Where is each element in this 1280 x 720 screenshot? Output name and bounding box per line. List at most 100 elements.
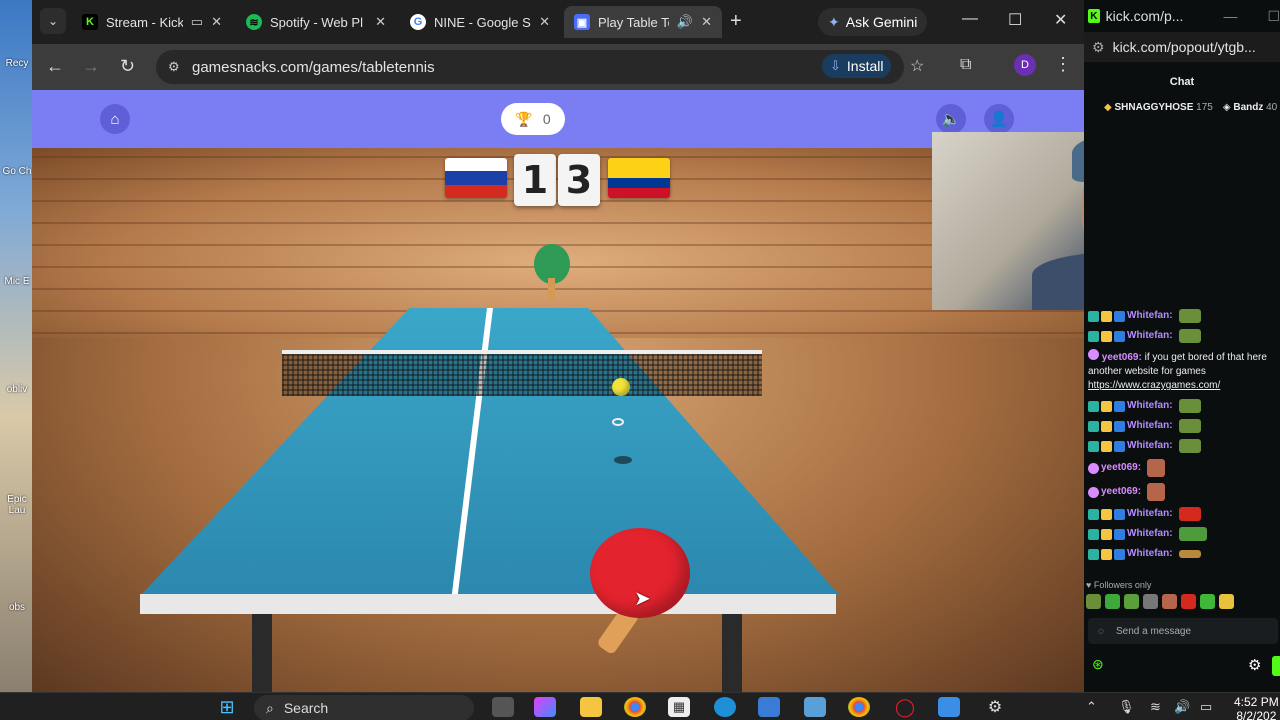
desktop-icon-chrome[interactable]: Go Ch <box>2 166 32 177</box>
github-desktop-icon[interactable]: ⚙ <box>984 697 1006 717</box>
desktop-icon-oblivion[interactable]: obliv <box>2 384 32 395</box>
maximize-icon[interactable]: ☐ <box>1267 8 1280 25</box>
edge-icon[interactable] <box>714 697 736 717</box>
window-close-icon[interactable]: ✕ <box>1054 10 1067 30</box>
tab-search-chevron-icon[interactable]: ⌄ <box>40 8 66 34</box>
app-icon[interactable] <box>938 697 960 717</box>
emote-icon[interactable] <box>1105 594 1120 609</box>
extensions-puzzle-icon[interactable]: ⧉ <box>960 56 971 74</box>
desktop-icon-label: Epic Lau <box>7 494 27 516</box>
home-icon[interactable]: ⌂ <box>100 104 130 134</box>
new-tab-icon[interactable]: + <box>730 10 742 33</box>
emote-icon[interactable] <box>1086 594 1101 609</box>
minimize-icon[interactable]: — <box>1223 8 1237 24</box>
face-emote-icon <box>1147 459 1166 477</box>
chat-username[interactable]: Whitefan: <box>1127 527 1173 541</box>
copilot-icon[interactable] <box>534 697 556 717</box>
back-arrow-icon[interactable]: ← <box>46 56 64 77</box>
windows-start-icon[interactable]: ⊞ <box>216 697 238 717</box>
tray-chevron-icon[interactable]: ⌃ <box>1086 699 1097 715</box>
chat-message[interactable]: Whitefan: <box>1084 396 1280 416</box>
tab-google[interactable]: G NINE - Google S ✕ <box>400 6 560 38</box>
chat-username[interactable]: Whitefan: <box>1127 419 1173 433</box>
tab-spotify[interactable]: ≋ Spotify - Web Pl ✕ <box>236 6 396 38</box>
sound-icon[interactable]: 🔈 <box>936 104 966 134</box>
chat-username[interactable]: Whitefan: <box>1127 507 1173 521</box>
kick-points-icon[interactable]: ⊛ <box>1092 656 1104 673</box>
site-info-icon[interactable]: ⚙ <box>1092 39 1105 56</box>
microphone-icon[interactable]: 🎙 <box>1118 699 1135 715</box>
close-icon[interactable]: ✕ <box>375 14 386 30</box>
speaker-icon[interactable]: 🔊 <box>677 14 693 30</box>
chat-message[interactable]: Whitefan: <box>1084 544 1280 564</box>
chat-username[interactable]: Whitefan: <box>1127 547 1173 561</box>
account-icon[interactable]: 👤 <box>984 104 1014 134</box>
chat-message-input[interactable]: ◌ Send a message <box>1088 618 1278 644</box>
bookmark-star-icon[interactable]: ☆ <box>910 56 924 76</box>
app-icon[interactable] <box>804 697 826 717</box>
emote-icon[interactable] <box>1143 594 1158 609</box>
chat-message[interactable]: Whitefan: <box>1084 326 1280 346</box>
address-bar[interactable]: ⚙ gamesnacks.com/games/tabletennis <box>156 50 904 84</box>
chrome-profile-icon[interactable] <box>848 697 870 717</box>
task-view-icon[interactable] <box>492 697 514 717</box>
leaderboard-entry[interactable]: ◈ Bandz 40 <box>1223 102 1277 120</box>
opera-icon[interactable]: ◯ <box>894 697 916 717</box>
chat-message-link[interactable]: https://www.crazygames.com/ <box>1088 380 1220 391</box>
chat-message[interactable]: yeet069: <box>1084 456 1280 480</box>
photos-icon[interactable] <box>758 697 780 717</box>
reload-icon[interactable]: ↻ <box>120 56 135 77</box>
game-canvas[interactable]: 1 3 ➤ <box>32 148 1084 692</box>
chat-message[interactable]: yeet069: <box>1084 480 1280 504</box>
minimize-icon[interactable]: — <box>962 10 978 28</box>
desktop-icon-epic[interactable]: Epic Lau <box>2 494 32 516</box>
chat-message[interactable]: Whitefan: <box>1084 416 1280 436</box>
desktop-icon-edge[interactable]: Mic E <box>2 276 32 287</box>
battery-icon[interactable]: ▭ <box>1200 699 1212 715</box>
chat-message[interactable]: Whitefan: <box>1084 504 1280 524</box>
tab-kick-stream[interactable]: K Stream - Kick ▭ ✕ <box>72 6 232 38</box>
close-icon[interactable]: ✕ <box>211 14 222 30</box>
profile-avatar[interactable]: D <box>1014 54 1036 76</box>
send-button[interactable] <box>1272 656 1280 676</box>
install-button[interactable]: ⇩ Install <box>822 54 892 78</box>
maximize-icon[interactable]: ☐ <box>1008 10 1022 30</box>
emote-icon[interactable] <box>1200 594 1215 609</box>
sword-badge-icon <box>1114 548 1125 560</box>
desktop-icon-obs[interactable]: obs <box>2 602 32 613</box>
site-info-icon[interactable]: ⚙ <box>168 59 180 75</box>
chat-username[interactable]: Whitefan: <box>1127 309 1173 323</box>
chat-username[interactable]: yeet069: <box>1101 485 1141 499</box>
chat-url-bar[interactable]: ⚙ kick.com/popout/ytgb... <box>1084 32 1280 62</box>
desktop-icon-recycle-bin[interactable]: Recy <box>2 58 32 69</box>
close-icon[interactable]: ✕ <box>539 14 550 30</box>
taskbar-clock[interactable]: 4:52 PM 8/2/202 <box>1234 695 1279 720</box>
taskbar-search-box[interactable]: ⌕ Search <box>254 695 474 720</box>
emote-icon[interactable] <box>1181 594 1196 609</box>
chat-message[interactable]: Whitefan: <box>1084 436 1280 456</box>
chat-username[interactable]: Whitefan: <box>1127 329 1173 343</box>
emote-icon[interactable] <box>1124 594 1139 609</box>
wifi-icon[interactable]: ≋ <box>1150 699 1161 715</box>
file-explorer-icon[interactable] <box>580 697 602 717</box>
chat-message[interactable]: Whitefan: <box>1084 524 1280 544</box>
forward-arrow-icon[interactable]: → <box>82 56 100 77</box>
tab-table-tennis[interactable]: ▣ Play Table Te 🔊 ✕ <box>564 6 722 38</box>
chrome-icon[interactable] <box>624 697 646 717</box>
settings-gear-icon[interactable]: ⚙ <box>1248 656 1261 674</box>
chat-username[interactable]: yeet069: <box>1102 352 1142 363</box>
chat-username[interactable]: Whitefan: <box>1127 439 1173 453</box>
emote-icon[interactable] <box>1162 594 1177 609</box>
chat-message-long[interactable]: yeet069: if you get bored of that here a… <box>1084 346 1280 396</box>
microsoft-store-icon[interactable]: ▦ <box>668 697 690 717</box>
browser-menu-icon[interactable]: ⋮ <box>1054 54 1072 75</box>
emote-icon[interactable] <box>1219 594 1234 609</box>
chat-input-placeholder: Send a message <box>1116 625 1192 637</box>
close-icon[interactable]: ✕ <box>701 14 712 30</box>
leaderboard-entry[interactable]: ◆ SHNAGGYHOSE 175 <box>1104 102 1213 120</box>
volume-icon[interactable]: 🔊 <box>1174 699 1190 715</box>
ask-gemini-button[interactable]: ✦ Ask Gemini <box>818 8 928 36</box>
chat-username[interactable]: Whitefan: <box>1127 399 1173 413</box>
chat-username[interactable]: yeet069: <box>1101 461 1141 475</box>
chat-message[interactable]: Whitefan: <box>1084 306 1280 326</box>
